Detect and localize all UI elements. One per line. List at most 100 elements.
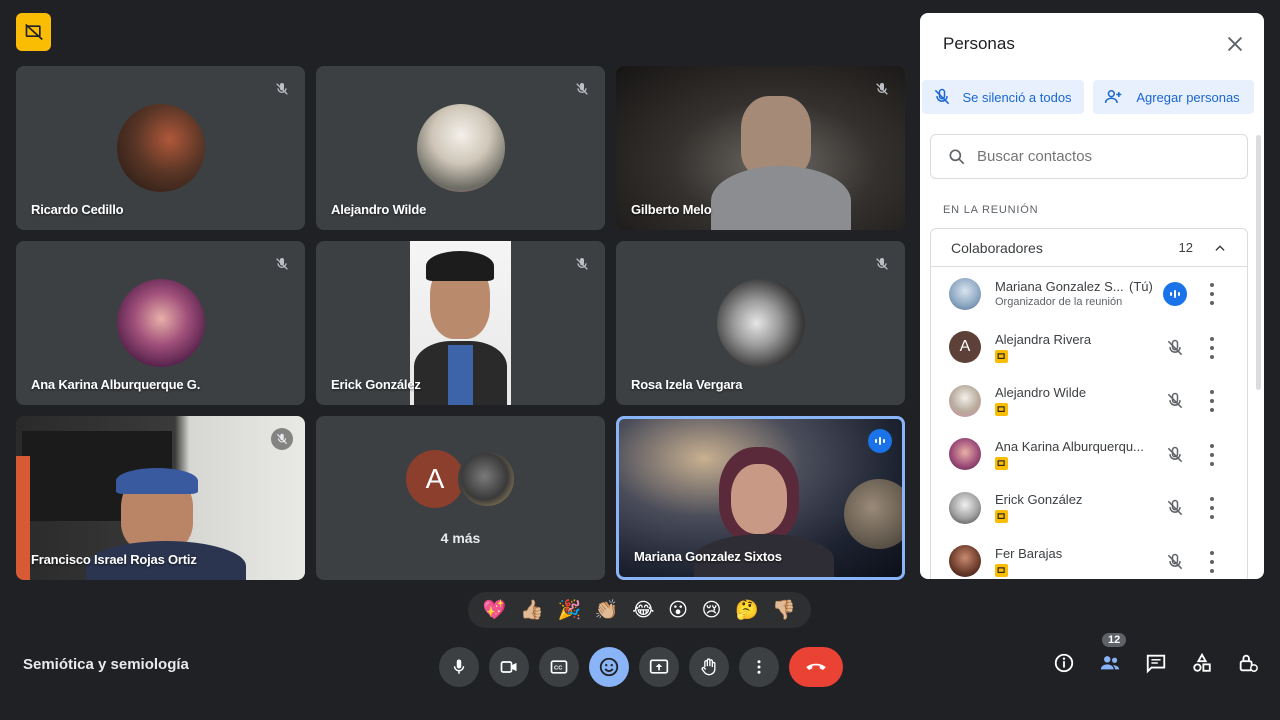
more-actions-icon[interactable] <box>1209 390 1215 412</box>
panel-scrollbar[interactable] <box>1256 135 1261 390</box>
participant-row[interactable]: Alejandro Wilde <box>931 374 1247 428</box>
reaction-thumbs-up[interactable]: 👍🏼 <box>520 598 544 622</box>
end-call-button[interactable] <box>789 647 843 687</box>
mic-off-icon <box>271 78 293 100</box>
participant-name: Ricardo Cedillo <box>31 202 124 217</box>
participant-name: Gilberto Melo <box>631 202 712 217</box>
search-contacts[interactable] <box>930 134 1248 179</box>
participant-row[interactable]: Ana Karina Alburquerqu... <box>931 428 1247 482</box>
video-feed <box>16 456 30 580</box>
people-button[interactable]: 12 <box>1098 633 1127 675</box>
present-off-icon <box>995 403 1008 417</box>
present-icon <box>649 659 669 674</box>
group-label: Colaboradores <box>951 239 1043 256</box>
participant-tile[interactable]: Alejandro Wilde <box>316 66 605 230</box>
chat-icon <box>1146 654 1166 674</box>
more-participants-tile[interactable]: A 4 más <box>316 416 605 580</box>
reaction-thinking[interactable]: 🤔 <box>735 598 759 622</box>
participant-role: Organizador de la reunión <box>995 296 1123 309</box>
collaborators-group: Colaboradores 12 Mariana Gonzalez S... O… <box>930 228 1248 579</box>
more-actions-icon[interactable] <box>1209 550 1215 573</box>
mic-off-icon[interactable] <box>1163 443 1187 467</box>
participant-tile[interactable]: Francisco Israel Rojas Ortiz <box>16 416 305 580</box>
more-actions-icon[interactable] <box>1209 497 1215 519</box>
reaction-party-popper[interactable]: 🎉 <box>558 598 582 622</box>
participant-tile-active-speaker[interactable]: Mariana Gonzalez Sixtos <box>616 416 905 580</box>
present-off-icon <box>24 23 43 41</box>
reaction-thumbs-down[interactable]: 👎🏼 <box>772 598 796 622</box>
info-icon <box>1054 653 1074 673</box>
reaction-laughing[interactable]: 😂 <box>632 599 654 622</box>
mic-off-icon <box>571 78 593 100</box>
group-count: 12 <box>1178 240 1193 255</box>
activities-button[interactable] <box>1190 651 1214 675</box>
participant-name: Rosa Izela Vergara <box>631 377 743 392</box>
more-actions-icon[interactable] <box>1209 283 1215 305</box>
camera-button[interactable] <box>489 647 529 687</box>
speaking-indicator-icon <box>868 429 892 453</box>
search-icon <box>949 149 965 164</box>
mic-off-icon <box>871 78 893 100</box>
section-label: EN LA REUNIÓN <box>943 204 1039 216</box>
raise-hand-button[interactable] <box>689 647 729 687</box>
add-people-label: Agregar personas <box>1136 89 1240 105</box>
add-person-icon <box>1104 90 1122 103</box>
activities-icon <box>1193 652 1211 672</box>
participant-name: Erick González <box>995 492 1083 508</box>
avatar <box>116 104 205 192</box>
participant-tile[interactable]: Erick González <box>316 241 605 405</box>
panel-title: Personas <box>943 34 1015 53</box>
add-people-button[interactable]: Agregar personas <box>1093 80 1254 114</box>
mic-off-icon[interactable] <box>1163 389 1187 413</box>
captions-button[interactable]: CC <box>539 647 579 687</box>
microphone-button[interactable] <box>439 647 479 687</box>
video-grid: Ricardo Cedillo Alejandro Wilde Gilberto… <box>16 66 905 580</box>
mic-off-icon[interactable] <box>1163 336 1187 360</box>
collaborators-header[interactable]: Colaboradores 12 <box>931 229 1247 267</box>
participant-row[interactable]: A Alejandra Rivera <box>931 321 1247 375</box>
participant-tile[interactable]: Ricardo Cedillo <box>16 66 305 230</box>
search-input[interactable] <box>977 148 1227 165</box>
close-panel-button[interactable] <box>1224 33 1246 55</box>
avatar <box>949 384 981 417</box>
mic-off-icon <box>871 253 893 275</box>
participant-tile[interactable]: Ana Karina Alburquerque G. <box>16 241 305 405</box>
participant-tile[interactable]: Gilberto Melo <box>616 66 905 230</box>
host-controls-badge[interactable] <box>16 13 51 51</box>
mic-off-icon <box>271 253 293 275</box>
meeting-title: Semiótica y semiología <box>23 656 189 673</box>
present-off-icon <box>995 349 1008 363</box>
more-actions-icon[interactable] <box>1209 336 1215 359</box>
avatar <box>949 491 981 524</box>
mic-off-icon <box>934 88 950 105</box>
chat-button[interactable] <box>1144 651 1168 675</box>
participant-tile[interactable]: Rosa Izela Vergara <box>616 241 905 405</box>
mic-off-icon[interactable] <box>1163 496 1187 520</box>
meeting-info-button[interactable] <box>1052 651 1076 675</box>
more-options-button[interactable] <box>739 647 779 687</box>
reaction-sparkling-heart[interactable]: 💖 <box>483 598 507 622</box>
more-participants-label: 4 más <box>440 530 481 546</box>
reaction-sad[interactable]: 😢 <box>702 599 722 622</box>
reaction-surprised[interactable]: 😮 <box>668 599 688 622</box>
microphone-icon <box>453 659 465 674</box>
avatar: A <box>406 450 464 508</box>
raise-hand-icon <box>701 658 716 676</box>
reaction-clapping[interactable]: 👏🏼 <box>595 598 619 622</box>
participant-row[interactable]: Mariana Gonzalez S... Organizador de la … <box>931 267 1247 321</box>
present-button[interactable] <box>639 647 679 687</box>
reactions-bar: 💖 👍🏼 🎉 👏🏼 😂 😮 😢 🤔 👎🏼 <box>468 592 811 628</box>
present-off-icon <box>995 456 1008 470</box>
mute-all-button[interactable]: Se silenció a todos <box>922 80 1084 114</box>
chevron-up-icon <box>1215 244 1225 251</box>
host-controls-button[interactable] <box>1236 651 1260 675</box>
emoji-button[interactable] <box>589 647 629 687</box>
present-off-icon <box>995 563 1008 577</box>
participant-row[interactable]: Fer Barajas <box>931 535 1247 580</box>
participant-name: Alejandro Wilde <box>331 202 427 217</box>
participant-row[interactable]: Erick González <box>931 481 1247 535</box>
avatar <box>416 104 505 192</box>
speaking-indicator-icon <box>1163 282 1187 306</box>
more-actions-icon[interactable] <box>1209 443 1215 466</box>
mic-off-icon[interactable] <box>1163 550 1187 574</box>
